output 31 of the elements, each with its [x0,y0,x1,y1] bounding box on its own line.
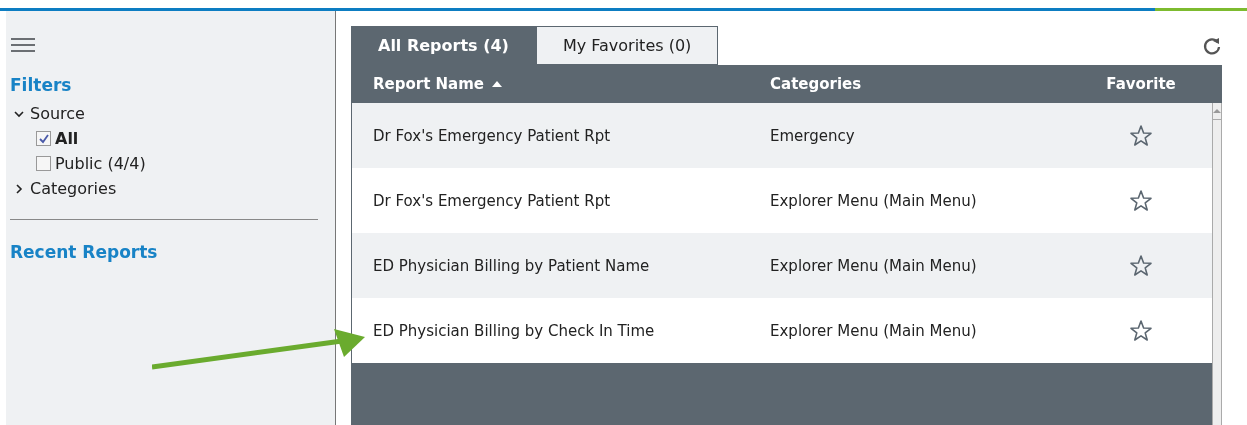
chevron-icon[interactable] [14,183,24,194]
table-cell-text: Explorer Menu (Main Menu) [770,256,978,275]
tab[interactable]: My Favorites (0) [535,26,719,65]
tree-node-label[interactable]: Categories [30,179,117,198]
filters-heading: Filters [10,75,73,95]
column-header[interactable]: Report Name [352,75,770,93]
chevron-icon[interactable] [14,108,24,119]
star-icon[interactable] [1129,123,1153,148]
checkbox-label: All [55,129,79,148]
recent-reports-heading[interactable]: Recent Reports [10,242,335,262]
star-icon[interactable] [1129,318,1153,343]
table-cell-text: Explorer Menu (Main Menu) [770,321,978,340]
table-cell-text: Explorer Menu (Main Menu) [770,191,978,210]
checkbox[interactable] [36,131,51,146]
table-cell[interactable]: Dr Fox's Emergency Patient Rpt [373,191,611,210]
sort-ascending-icon[interactable] [492,81,503,87]
table-cell[interactable]: Dr Fox's Emergency Patient Rpt [373,126,611,145]
menu-icon[interactable] [11,37,35,53]
table-cell[interactable]: ED Physician Billing by Check In Time [373,321,655,340]
column-header[interactable]: Categories [770,75,1070,93]
column-header[interactable]: Favorite [1070,75,1212,93]
checkbox[interactable] [36,156,51,171]
refresh-icon[interactable] [1202,36,1222,56]
table-cell-text: Emergency [770,126,856,145]
table-cell[interactable]: ED Physician Billing by Patient Name [373,256,650,275]
tab[interactable]: All Reports (4) [351,26,536,65]
star-icon[interactable] [1129,188,1153,213]
scrollbar[interactable] [1212,103,1222,425]
checkbox-label: Public (4/4) [55,154,146,173]
star-icon[interactable] [1129,253,1153,278]
tree-node-label[interactable]: Source [30,104,85,123]
